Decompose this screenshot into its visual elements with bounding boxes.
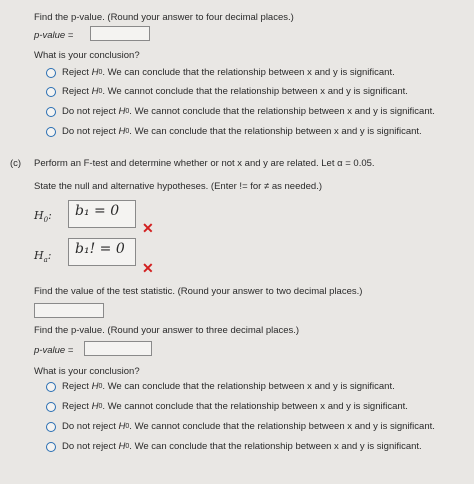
hypotheses-prompt: State the null and alternative hypothese… [34,181,323,192]
option-not-reject-can[interactable]: Do not reject H0. We can conclude that t… [46,126,422,137]
pvalue-input[interactable] [90,26,150,41]
option-c-not-reject-cannot[interactable]: Do not reject H0. We cannot conclude tha… [46,421,435,432]
option-reject-cannot[interactable]: Reject H0. We cannot conclude that the r… [46,86,408,97]
radio-button[interactable] [46,381,56,392]
option-reject-can[interactable]: Reject H0. We can conclude that the rela… [46,67,395,78]
h0-input[interactable]: b₁ = 0 [68,200,136,228]
conclusion-prompt: What is your conclusion? [34,50,140,61]
test-stat-prompt: Find the value of the test statistic. (R… [34,286,363,297]
option-c-not-reject-can[interactable]: Do not reject H0. We can conclude that t… [46,441,422,452]
pvalue-label-c: p-value = [34,345,74,356]
pvalue-input-c[interactable] [84,341,152,356]
incorrect-icon: ✕ [142,220,154,236]
pvalue-prompt-c: Find the p-value. (Round your answer to … [34,325,300,336]
option-c-reject-can[interactable]: Reject H0. We can conclude that the rela… [46,381,395,392]
radio-button[interactable] [46,126,56,137]
part-c-label: (c) [10,158,22,169]
option-not-reject-cannot[interactable]: Do not reject H0. We cannot conclude tha… [46,106,435,117]
radio-button[interactable] [46,106,56,117]
part-c-instruction: Perform an F-test and determine whether … [34,158,375,169]
pvalue-label: p-value = [34,30,74,41]
ha-label: Ha: [34,249,52,264]
ha-input[interactable]: b₁! = 0 [68,238,136,266]
radio-button[interactable] [46,421,56,432]
radio-button[interactable] [46,86,56,97]
radio-button[interactable] [46,441,56,452]
option-c-reject-cannot[interactable]: Reject H0. We cannot conclude that the r… [46,401,408,412]
pvalue-prompt: Find the p-value. (Round your answer to … [34,12,294,23]
incorrect-icon: ✕ [142,260,154,276]
radio-button[interactable] [46,67,56,78]
radio-button[interactable] [46,401,56,412]
conclusion-prompt-c: What is your conclusion? [34,366,140,377]
h0-label: H0: [34,209,52,224]
test-stat-input[interactable] [34,303,104,318]
